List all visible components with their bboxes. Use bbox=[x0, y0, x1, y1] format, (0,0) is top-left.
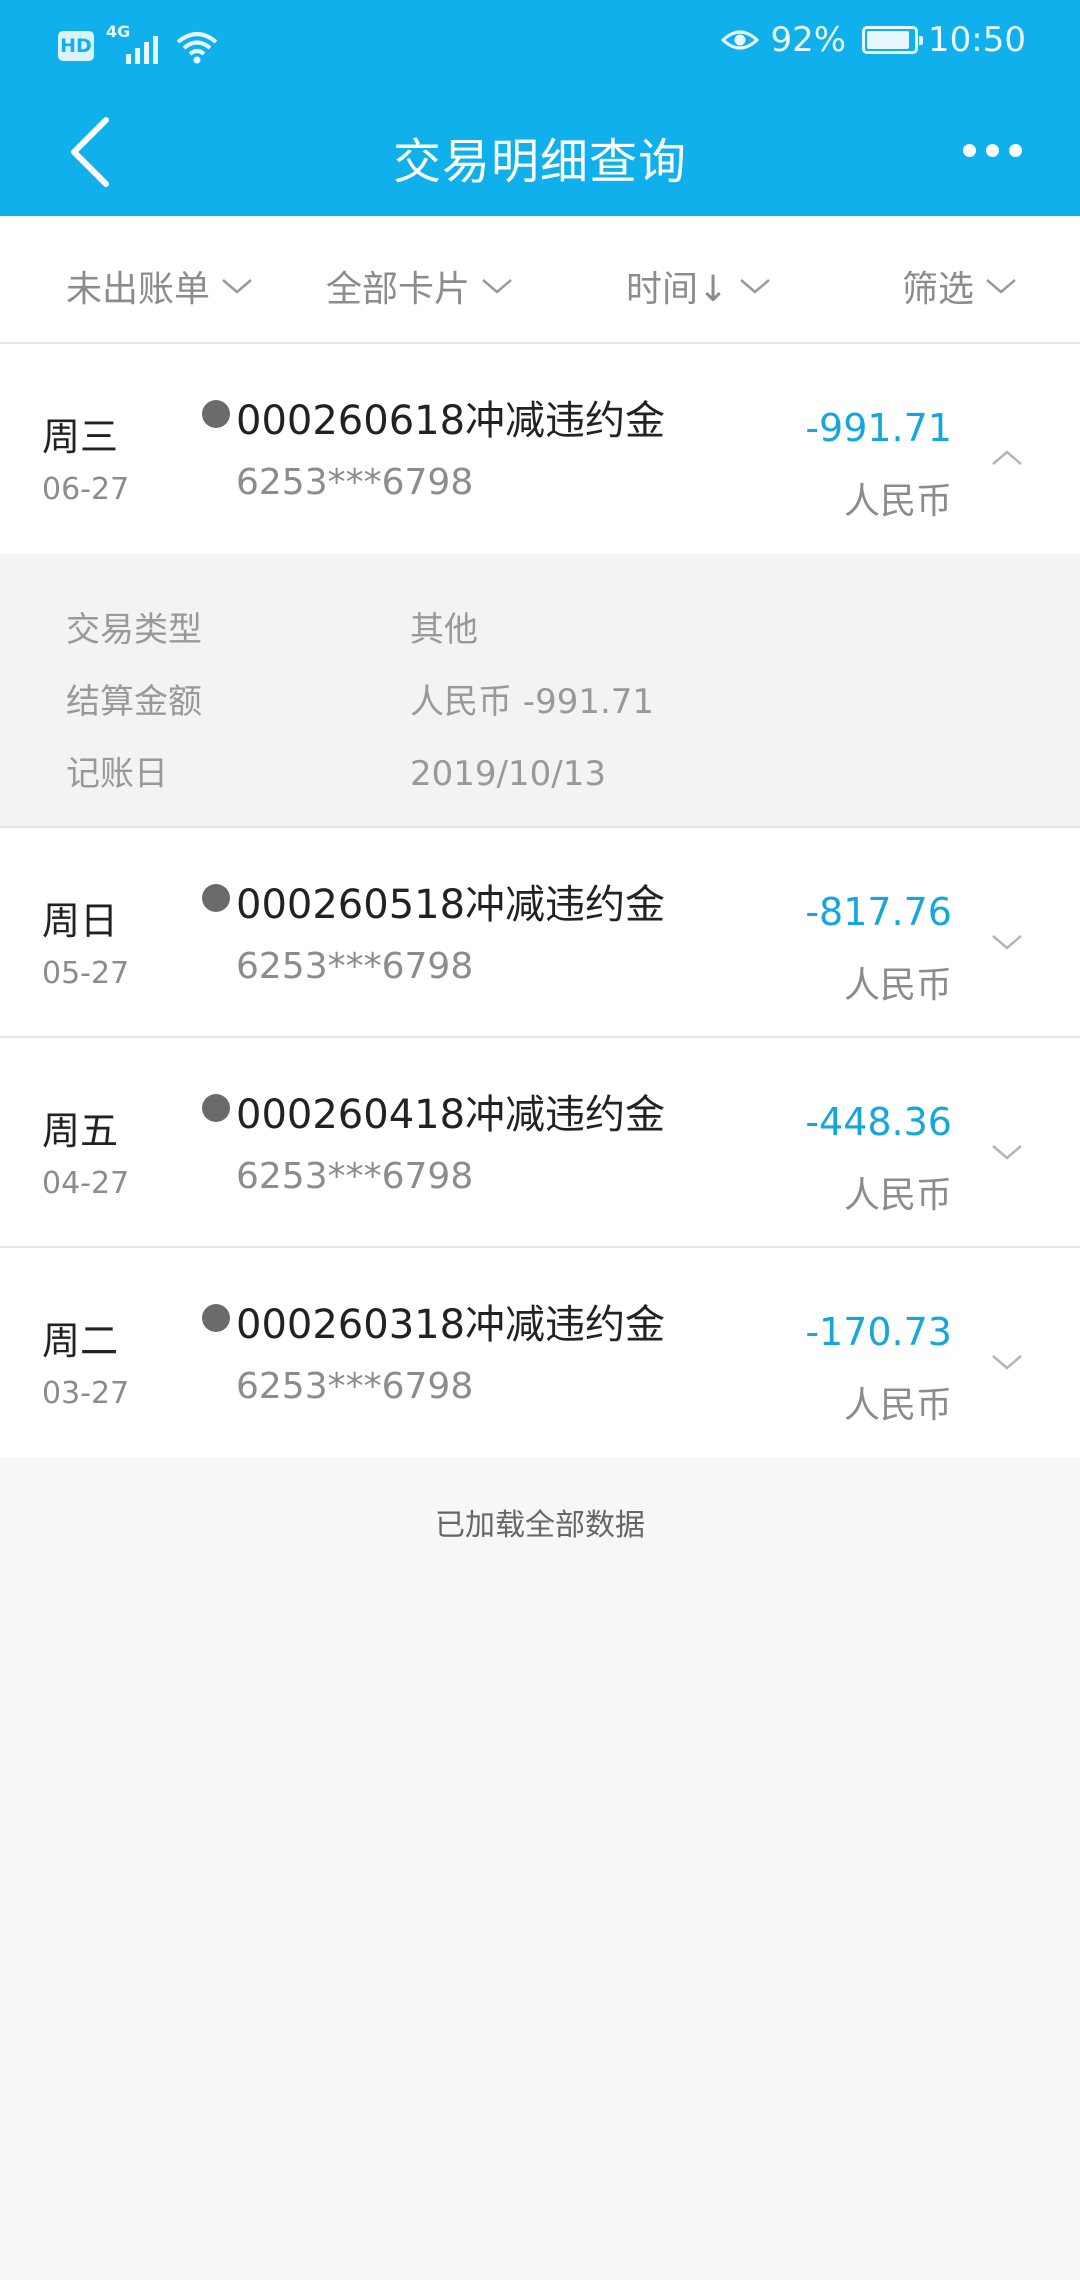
transaction-currency: 人民币 bbox=[843, 1175, 952, 1216]
transaction-title: 000260418冲减违约金 bbox=[236, 1092, 666, 1138]
eye-comfort-icon bbox=[721, 30, 760, 50]
filter-time-sort[interactable]: 时间↓ bbox=[626, 260, 772, 312]
status-left: HD 4G bbox=[58, 22, 220, 66]
status-dot-icon bbox=[202, 884, 230, 912]
detail-row: 交易类型 其他 bbox=[66, 602, 478, 651]
detail-label: 记账日 bbox=[66, 754, 168, 794]
top-header: HD 4G 92% 10:50 交易明细查询 bbox=[0, 0, 1080, 216]
chevron-up-icon[interactable] bbox=[990, 448, 1024, 468]
filter-bar: 未出账单 全部卡片 时间↓ 筛选 bbox=[0, 216, 1080, 344]
filter-cards[interactable]: 全部卡片 bbox=[326, 260, 514, 312]
more-dot-icon bbox=[1008, 143, 1022, 157]
transaction-currency: 人民币 bbox=[843, 481, 952, 522]
transaction-currency: 人民币 bbox=[843, 1385, 952, 1426]
status-bar: HD 4G 92% 10:50 bbox=[0, 0, 1080, 92]
transaction-amount: -817.76 bbox=[805, 890, 952, 934]
transaction-amount: -448.36 bbox=[805, 1100, 952, 1144]
transaction-title: 000260618冲减违约金 bbox=[236, 398, 666, 444]
filter-label: 时间↓ bbox=[626, 269, 729, 310]
transaction-amount: -170.73 bbox=[805, 1310, 952, 1354]
detail-value: 其他 bbox=[410, 610, 478, 650]
detail-label: 交易类型 bbox=[66, 610, 202, 650]
more-dot-icon bbox=[985, 143, 999, 157]
card-number: 6253***6798 bbox=[236, 946, 474, 987]
chevron-down-icon bbox=[482, 279, 512, 294]
chevron-down-icon[interactable] bbox=[990, 1352, 1024, 1372]
transaction-date: 03-27 bbox=[42, 1376, 130, 1411]
battery-icon bbox=[862, 26, 924, 54]
card-number: 6253***6798 bbox=[236, 1366, 474, 1407]
nav-bar: 交易明细查询 bbox=[0, 92, 1080, 216]
filter-label: 未出账单 bbox=[66, 269, 211, 310]
transaction-date: 06-27 bbox=[42, 472, 130, 507]
all-loaded-note: 已加载全部数据 bbox=[435, 1508, 645, 1543]
filter-label: 筛选 bbox=[902, 269, 975, 310]
more-dot-icon bbox=[962, 143, 976, 157]
cellular-signal-icon: 4G bbox=[104, 22, 164, 66]
transaction-currency: 人民币 bbox=[843, 965, 952, 1006]
filter-label: 全部卡片 bbox=[326, 269, 471, 310]
status-dot-icon bbox=[202, 1304, 230, 1332]
transaction-amount: -991.71 bbox=[805, 406, 952, 450]
detail-row: 结算金额 人民币 -991.71 bbox=[66, 674, 654, 723]
transaction-item[interactable]: 周日 05-27 000260518冲减违约金 6253***6798 -817… bbox=[0, 828, 1080, 1038]
battery-percent: 92% bbox=[770, 20, 847, 60]
transaction-date: 05-27 bbox=[42, 956, 130, 991]
chevron-down-icon bbox=[740, 279, 770, 294]
clock: 10:50 bbox=[928, 20, 1026, 60]
transaction-title: 000260518冲减违约金 bbox=[236, 882, 666, 928]
chevron-down-icon bbox=[986, 279, 1016, 294]
transaction-weekday: 周三 bbox=[42, 415, 119, 459]
detail-value: 人民币 -991.71 bbox=[410, 682, 655, 722]
page-title: 交易明细查询 bbox=[392, 134, 687, 190]
transaction-title: 000260318冲减违约金 bbox=[236, 1302, 666, 1348]
transaction-details: 交易类型 其他 结算金额 人民币 -991.71 记账日 2019/10/13 bbox=[0, 554, 1080, 828]
detail-row: 记账日 2019/10/13 bbox=[66, 746, 606, 795]
status-dot-icon bbox=[202, 400, 230, 428]
more-options-button[interactable] bbox=[952, 130, 1032, 170]
transaction-weekday: 周五 bbox=[42, 1109, 119, 1153]
filter-screen[interactable]: 筛选 bbox=[902, 260, 1018, 312]
wifi-icon bbox=[176, 32, 218, 64]
battery-level-fill bbox=[867, 31, 910, 49]
transaction-item[interactable]: 周二 03-27 000260318冲减违约金 6253***6798 -170… bbox=[0, 1248, 1080, 1458]
card-number: 6253***6798 bbox=[236, 462, 474, 503]
chevron-down-icon bbox=[222, 279, 252, 294]
transaction-item[interactable]: 周五 04-27 000260418冲减违约金 6253***6798 -448… bbox=[0, 1038, 1080, 1248]
filter-statement[interactable]: 未出账单 bbox=[66, 260, 254, 312]
chevron-down-icon[interactable] bbox=[990, 932, 1024, 952]
transaction-item[interactable]: 周三 06-27 000260618冲减违约金 6253***6798 -991… bbox=[0, 344, 1080, 554]
transaction-weekday: 周二 bbox=[42, 1319, 119, 1363]
transaction-list: 周三 06-27 000260618冲减违约金 6253***6798 -991… bbox=[0, 344, 1080, 1458]
detail-label: 结算金额 bbox=[66, 682, 202, 722]
transaction-date: 04-27 bbox=[42, 1166, 130, 1201]
chevron-down-icon[interactable] bbox=[990, 1142, 1024, 1162]
status-dot-icon bbox=[202, 1094, 230, 1122]
status-right: 92% 10:50 bbox=[720, 20, 1026, 60]
card-number: 6253***6798 bbox=[236, 1156, 474, 1197]
detail-value: 2019/10/13 bbox=[410, 754, 606, 794]
hd-badge: HD bbox=[58, 31, 94, 61]
transaction-weekday: 周日 bbox=[42, 899, 119, 943]
